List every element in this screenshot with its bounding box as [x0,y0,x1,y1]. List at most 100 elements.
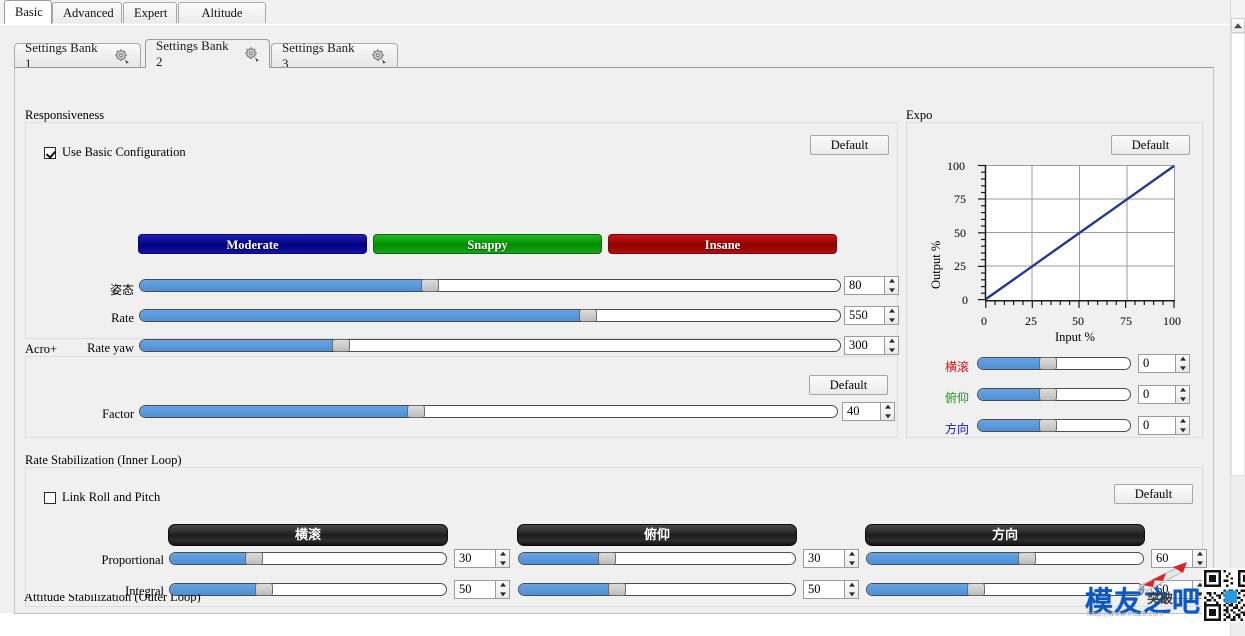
scroll-up-arrow-icon[interactable] [1231,18,1245,33]
spinner-arrows[interactable] [884,276,899,295]
spinner-down-arrow[interactable] [496,590,509,599]
spinner-arrows[interactable] [495,549,510,568]
slider-integral-pitch[interactable] [518,583,796,596]
spinner-up-arrow[interactable] [496,581,509,590]
spinner-up-arrow[interactable] [1193,550,1206,559]
slider-thumb[interactable] [244,552,263,565]
spinner-value[interactable]: 0 [1138,416,1175,435]
slider-thumb[interactable] [332,339,351,352]
axis-header-roll[interactable]: 横滚 [168,524,448,546]
spinner-up-arrow[interactable] [845,550,858,559]
slider-attitude[interactable] [139,279,841,292]
expo-spinner-pitch[interactable]: 0 [1138,385,1190,404]
spinner-proportional-roll[interactable]: 30 [454,549,510,568]
spinner-up-arrow[interactable] [881,403,894,412]
spinner-up-arrow[interactable] [1176,386,1189,395]
spinner-rate[interactable]: 550 [844,306,899,325]
responsiveness-default-button[interactable]: Default [810,135,889,155]
spinner-arrows[interactable] [495,580,510,599]
expo-slider-yaw[interactable] [977,419,1131,432]
spinner-down-arrow[interactable] [496,559,509,568]
spinner-value[interactable]: 80 [844,276,884,295]
vertical-scrollbar[interactable] [1230,0,1245,636]
spinner-down-arrow[interactable] [845,559,858,568]
spinner-up-arrow[interactable] [1176,417,1189,426]
spinner-value[interactable]: 40 [842,402,880,421]
tab-settings-bank-1[interactable]: Settings Bank 1 [14,40,141,71]
spinner-value[interactable]: 0 [1138,385,1175,404]
spinner-down-arrow[interactable] [845,590,858,599]
tab-expert[interactable]: Expert [123,2,177,23]
mode-button-insane[interactable]: Insane [608,234,837,254]
spinner-value[interactable]: 300 [844,336,884,355]
slider-thumb[interactable] [406,405,425,418]
spinner-arrows[interactable] [884,336,899,355]
spinner-value[interactable]: 30 [454,549,495,568]
spinner-arrows[interactable] [1192,549,1207,568]
expo-slider-roll[interactable] [977,357,1131,370]
slider-proportional-yaw[interactable] [866,552,1144,565]
spinner-arrows[interactable] [844,580,859,599]
slider-thumb[interactable] [1018,552,1037,565]
spinner-up-arrow[interactable] [885,337,898,346]
spinner-rate-yaw[interactable]: 300 [844,336,899,355]
axis-header-yaw[interactable]: 方向 [865,524,1145,546]
axis-header-pitch[interactable]: 俯仰 [517,524,797,546]
slider-thumb[interactable] [579,309,598,322]
spinner-arrows[interactable] [1175,385,1190,404]
slider-thumb[interactable] [597,552,616,565]
expo-slider-pitch[interactable] [977,388,1131,401]
spinner-value[interactable]: 30 [803,549,844,568]
slider-rate[interactable] [139,309,841,322]
acro-default-button[interactable]: Default [809,375,888,395]
spinner-up-arrow[interactable] [885,277,898,286]
rate-stabilization-default-button[interactable]: Default [1114,484,1193,504]
spinner-value[interactable]: 550 [844,306,884,325]
slider-factor[interactable] [139,405,838,418]
spinner-up-arrow[interactable] [845,581,858,590]
spinner-up-arrow[interactable] [1176,355,1189,364]
spinner-down-arrow[interactable] [1176,395,1189,404]
link-roll-and-pitch-checkbox[interactable]: Link Roll and Pitch [44,490,160,505]
tab-settings-bank-2[interactable]: Settings Bank 2 [145,38,270,69]
spinner-value[interactable]: 50 [803,580,844,599]
spinner-arrows[interactable] [880,402,895,421]
spinner-up-arrow[interactable] [885,307,898,316]
spinner-value[interactable]: 50 [454,580,495,599]
spinner-proportional-pitch[interactable]: 30 [803,549,859,568]
slider-proportional-pitch[interactable] [518,552,796,565]
spinner-down-arrow[interactable] [885,346,898,355]
spinner-down-arrow[interactable] [1193,559,1206,568]
spinner-down-arrow[interactable] [885,286,898,295]
scrollbar-thumb[interactable] [1231,33,1245,476]
slider-thumb[interactable] [1038,357,1057,370]
spinner-integral-pitch[interactable]: 50 [803,580,859,599]
spinner-arrows[interactable] [844,549,859,568]
use-basic-configuration-checkbox[interactable]: Use Basic Configuration [44,145,186,160]
tab-settings-bank-3[interactable]: Settings Bank 3 [271,40,398,71]
expo-spinner-roll[interactable]: 0 [1138,354,1190,373]
tab-altitude-hold[interactable]: Altitude Hold [178,2,266,40]
slider-proportional-roll[interactable] [169,552,447,565]
tab-basic[interactable]: Basic [4,0,52,24]
spinner-value[interactable]: 0 [1138,354,1175,373]
expo-default-button[interactable]: Default [1111,135,1190,155]
expo-spinner-yaw[interactable]: 0 [1138,416,1190,435]
slider-thumb[interactable] [1038,419,1057,432]
spinner-factor[interactable]: 40 [842,402,895,421]
slider-thumb[interactable] [1038,388,1057,401]
spinner-arrows[interactable] [884,306,899,325]
slider-thumb[interactable] [607,583,626,596]
spinner-arrows[interactable] [1175,416,1190,435]
spinner-up-arrow[interactable] [496,550,509,559]
spinner-down-arrow[interactable] [1176,426,1189,435]
slider-rate-yaw[interactable] [139,339,841,352]
spinner-down-arrow[interactable] [1176,364,1189,373]
spinner-arrows[interactable] [1175,354,1190,373]
mode-button-moderate[interactable]: Moderate [138,234,367,254]
tab-advanced[interactable]: Advanced [52,2,122,23]
spinner-down-arrow[interactable] [885,316,898,325]
spinner-attitude[interactable]: 80 [844,276,899,295]
slider-thumb[interactable] [421,279,440,292]
spinner-integral-roll[interactable]: 50 [454,580,510,599]
